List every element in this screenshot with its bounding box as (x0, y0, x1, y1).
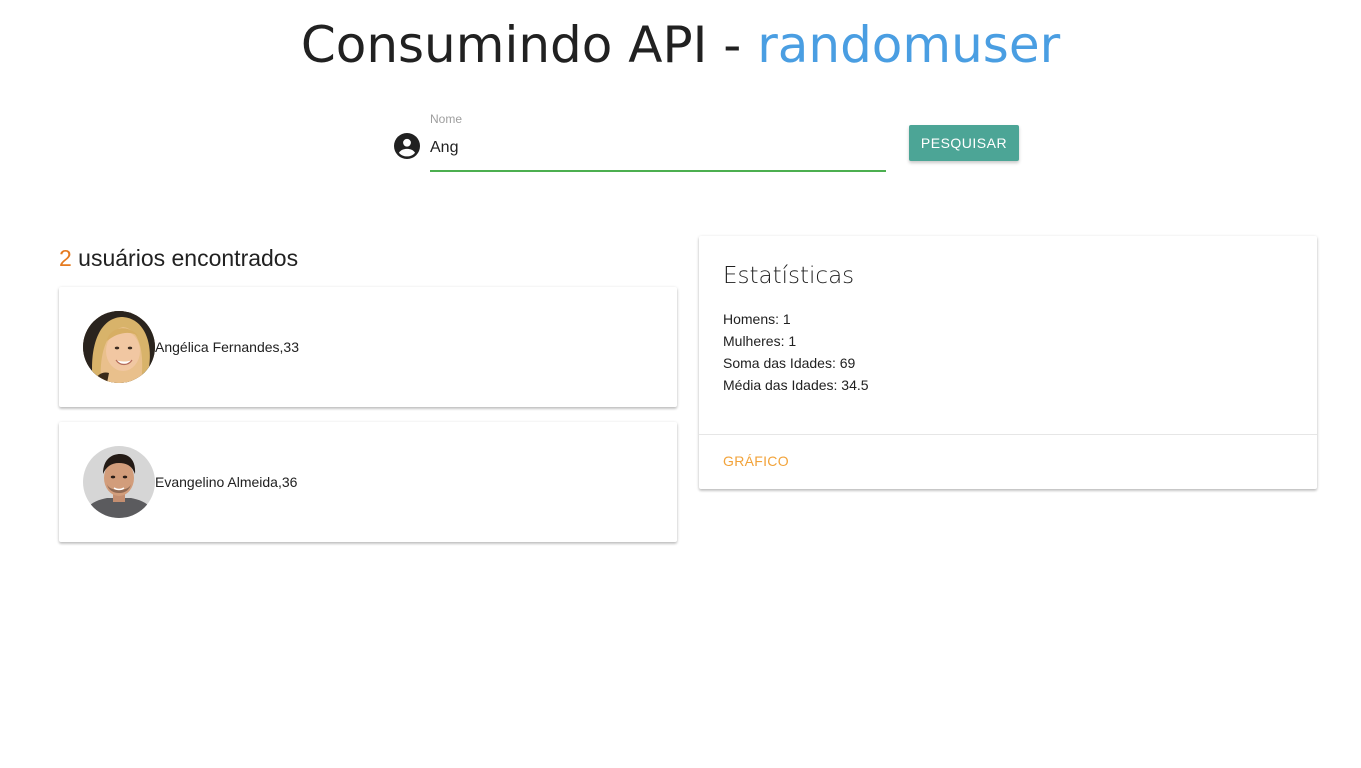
results-heading: 2 usuários encontrados (59, 242, 298, 274)
user-name-age: Angélica Fernandes,33 (155, 339, 299, 355)
name-field-label: Nome (430, 112, 463, 126)
stats-divider (699, 434, 1317, 435)
stats-card: Estatísticas Homens: 1 Mulheres: 1 Soma … (699, 236, 1317, 489)
stats-women-count: Mulheres: 1 (723, 333, 797, 349)
name-field: Nome (430, 108, 886, 172)
stats-men-count: Homens: 1 (723, 311, 791, 327)
results-heading-text: usuários encontrados (71, 245, 299, 271)
user-avatar (83, 446, 155, 518)
stats-title: Estatísticas (723, 263, 855, 289)
page-title: Consumindo API - randomuser (0, 12, 1361, 78)
stats-list: Homens: 1 Mulheres: 1 Soma das Idades: 6… (723, 308, 869, 396)
search-form: Nome PESQUISAR (393, 108, 1023, 178)
name-input[interactable] (430, 134, 886, 162)
search-button[interactable]: PESQUISAR (909, 125, 1019, 161)
results-count: 2 (59, 245, 72, 271)
user-card[interactable]: Evangelino Almeida,36 (59, 422, 677, 542)
page-title-prefix: Consumindo API - (300, 16, 758, 74)
user-card[interactable]: Angélica Fernandes,33 (59, 287, 677, 407)
user-avatar (83, 311, 155, 383)
page: Consumindo API - randomuser Nome PESQUIS… (0, 0, 1361, 768)
stats-age-average: Média das Idades: 34.5 (723, 377, 869, 393)
name-field-underline (430, 170, 886, 172)
stats-age-sum: Soma das Idades: 69 (723, 355, 856, 371)
account-circle-icon (394, 133, 420, 159)
chart-link[interactable]: GRÁFICO (723, 453, 789, 469)
user-name-age: Evangelino Almeida,36 (155, 474, 298, 490)
page-title-accent: randomuser (757, 16, 1061, 74)
